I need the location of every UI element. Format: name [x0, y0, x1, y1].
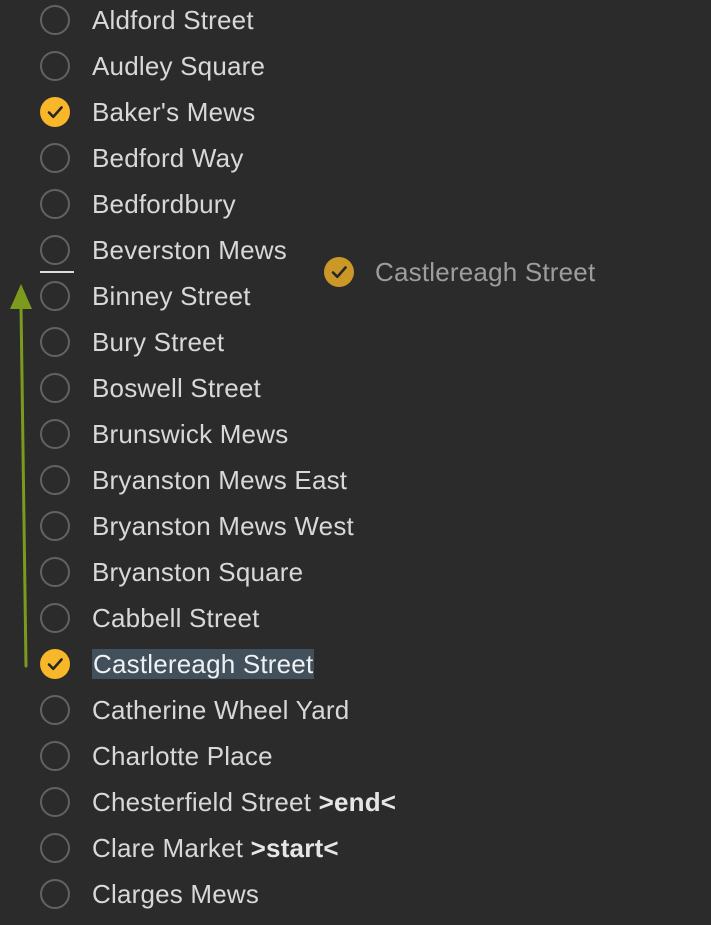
- circle-outline-icon[interactable]: [40, 51, 70, 81]
- list-item: Audley Square: [0, 46, 711, 92]
- checklist-canvas: Aldford Street Audley Square Baker's Mew…: [0, 0, 711, 925]
- item-label-text: Beverston Mews: [92, 235, 287, 265]
- item-label-text: Bryanston Mews East: [92, 465, 348, 495]
- item-label[interactable]: Aldford Street: [92, 3, 254, 37]
- circle-outline-icon[interactable]: [40, 879, 70, 909]
- item-label-text: Charlotte Place: [92, 741, 273, 771]
- item-label-text: Bryanston Square: [92, 557, 304, 587]
- item-label[interactable]: Audley Square: [92, 49, 265, 83]
- drag-ghost-label: Castlereagh Street: [375, 257, 596, 287]
- checkmark-circle-icon: [324, 257, 354, 287]
- circle-outline-icon[interactable]: [40, 143, 70, 173]
- checkmark-icon: [47, 658, 63, 671]
- circle-outline-icon[interactable]: [40, 189, 70, 219]
- item-label-text: Aldford Street: [92, 5, 254, 35]
- item-label-text: Bedford Way: [92, 143, 244, 173]
- list-item: Cabbell Street: [0, 598, 711, 644]
- circle-outline-icon[interactable]: [40, 833, 70, 863]
- item-label-text: Binney Street: [92, 281, 251, 311]
- item-label[interactable]: Baker's Mews: [92, 95, 255, 129]
- circle-outline-icon[interactable]: [40, 419, 70, 449]
- list-item: Bryanston Mews West: [0, 506, 711, 552]
- list-item: Catherine Wheel Yard: [0, 690, 711, 736]
- circle-outline-icon[interactable]: [40, 741, 70, 771]
- item-label[interactable]: Brunswick Mews: [92, 417, 288, 451]
- item-label-text: Bury Street: [92, 327, 225, 357]
- list-item: Chesterfield Street >end<: [0, 782, 711, 828]
- list-item: Beverston Mews: [0, 230, 711, 276]
- item-label[interactable]: Binney Street: [92, 279, 251, 313]
- item-label[interactable]: Bryanston Mews East: [92, 463, 347, 497]
- item-marker-wrap: >end<: [311, 787, 396, 817]
- item-label[interactable]: Bryanston Square: [92, 555, 303, 589]
- list-item: Charlotte Place: [0, 736, 711, 782]
- circle-outline-icon[interactable]: [40, 695, 70, 725]
- item-marker-wrap: >start<: [243, 833, 339, 863]
- list-item: Aldford Street: [0, 0, 711, 46]
- list-item: Baker's Mews: [0, 92, 711, 138]
- circle-outline-icon[interactable]: [40, 787, 70, 817]
- drop-indicator: [40, 271, 74, 273]
- checkmark-circle-icon[interactable]: [40, 97, 70, 127]
- list-item: Clare Market >start<: [0, 828, 711, 874]
- list-item: Clarges Mews: [0, 874, 711, 920]
- item-label-text: Boswell Street: [92, 373, 261, 403]
- checkmark-circle-icon[interactable]: [40, 649, 70, 679]
- item-label-text: Castlereagh Street: [92, 649, 315, 679]
- item-label[interactable]: Clarges Mews: [92, 877, 259, 911]
- list-item: Bryanston Mews East: [0, 460, 711, 506]
- item-label-text: Cabbell Street: [92, 603, 260, 633]
- list-item: Binney Street: [0, 276, 711, 322]
- list-item: Bedfordbury: [0, 184, 711, 230]
- list-item: Bedford Way: [0, 138, 711, 184]
- item-label[interactable]: Bedford Way: [92, 141, 244, 175]
- item-label[interactable]: Beverston Mews: [92, 233, 287, 267]
- item-label[interactable]: Bury Street: [92, 325, 224, 359]
- circle-outline-icon[interactable]: [40, 327, 70, 357]
- list-item: Boswell Street: [0, 368, 711, 414]
- item-label-text: Clarges Mews: [92, 879, 260, 909]
- circle-outline-icon[interactable]: [40, 281, 70, 311]
- circle-outline-icon[interactable]: [40, 235, 70, 265]
- item-label[interactable]: Bryanston Mews West: [92, 509, 354, 543]
- item-marker: >start<: [250, 833, 339, 863]
- item-label-text: Bedfordbury: [92, 189, 236, 219]
- item-label-text: Brunswick Mews: [92, 419, 289, 449]
- item-label-text: Chesterfield Street: [92, 787, 312, 817]
- item-label-text: Audley Square: [92, 51, 266, 81]
- item-label[interactable]: Clare Market >start<: [92, 831, 339, 865]
- circle-outline-icon[interactable]: [40, 5, 70, 35]
- item-label-text: Baker's Mews: [92, 97, 256, 127]
- item-label[interactable]: Charlotte Place: [92, 739, 273, 773]
- checkmark-icon: [47, 106, 63, 119]
- item-marker: >end<: [318, 787, 397, 817]
- item-label[interactable]: Catherine Wheel Yard: [92, 693, 349, 727]
- list-item: Brunswick Mews: [0, 414, 711, 460]
- circle-outline-icon[interactable]: [40, 511, 70, 541]
- item-label[interactable]: Bedfordbury: [92, 187, 236, 221]
- item-label-text: Clare Market: [92, 833, 244, 863]
- item-label-text: Catherine Wheel Yard: [92, 695, 350, 725]
- item-label[interactable]: Chesterfield Street >end<: [92, 785, 396, 819]
- circle-outline-icon[interactable]: [40, 603, 70, 633]
- circle-outline-icon[interactable]: [40, 557, 70, 587]
- item-label[interactable]: Boswell Street: [92, 371, 261, 405]
- circle-outline-icon[interactable]: [40, 465, 70, 495]
- checkmark-icon: [331, 266, 347, 279]
- list-item: Bury Street: [0, 322, 711, 368]
- item-label[interactable]: Castlereagh Street: [92, 647, 315, 681]
- circle-outline-icon[interactable]: [40, 373, 70, 403]
- list-item: Castlereagh Street: [0, 644, 711, 690]
- item-label-text: Bryanston Mews West: [92, 511, 354, 541]
- list-item: Bryanston Square: [0, 552, 711, 598]
- item-label[interactable]: Cabbell Street: [92, 601, 260, 635]
